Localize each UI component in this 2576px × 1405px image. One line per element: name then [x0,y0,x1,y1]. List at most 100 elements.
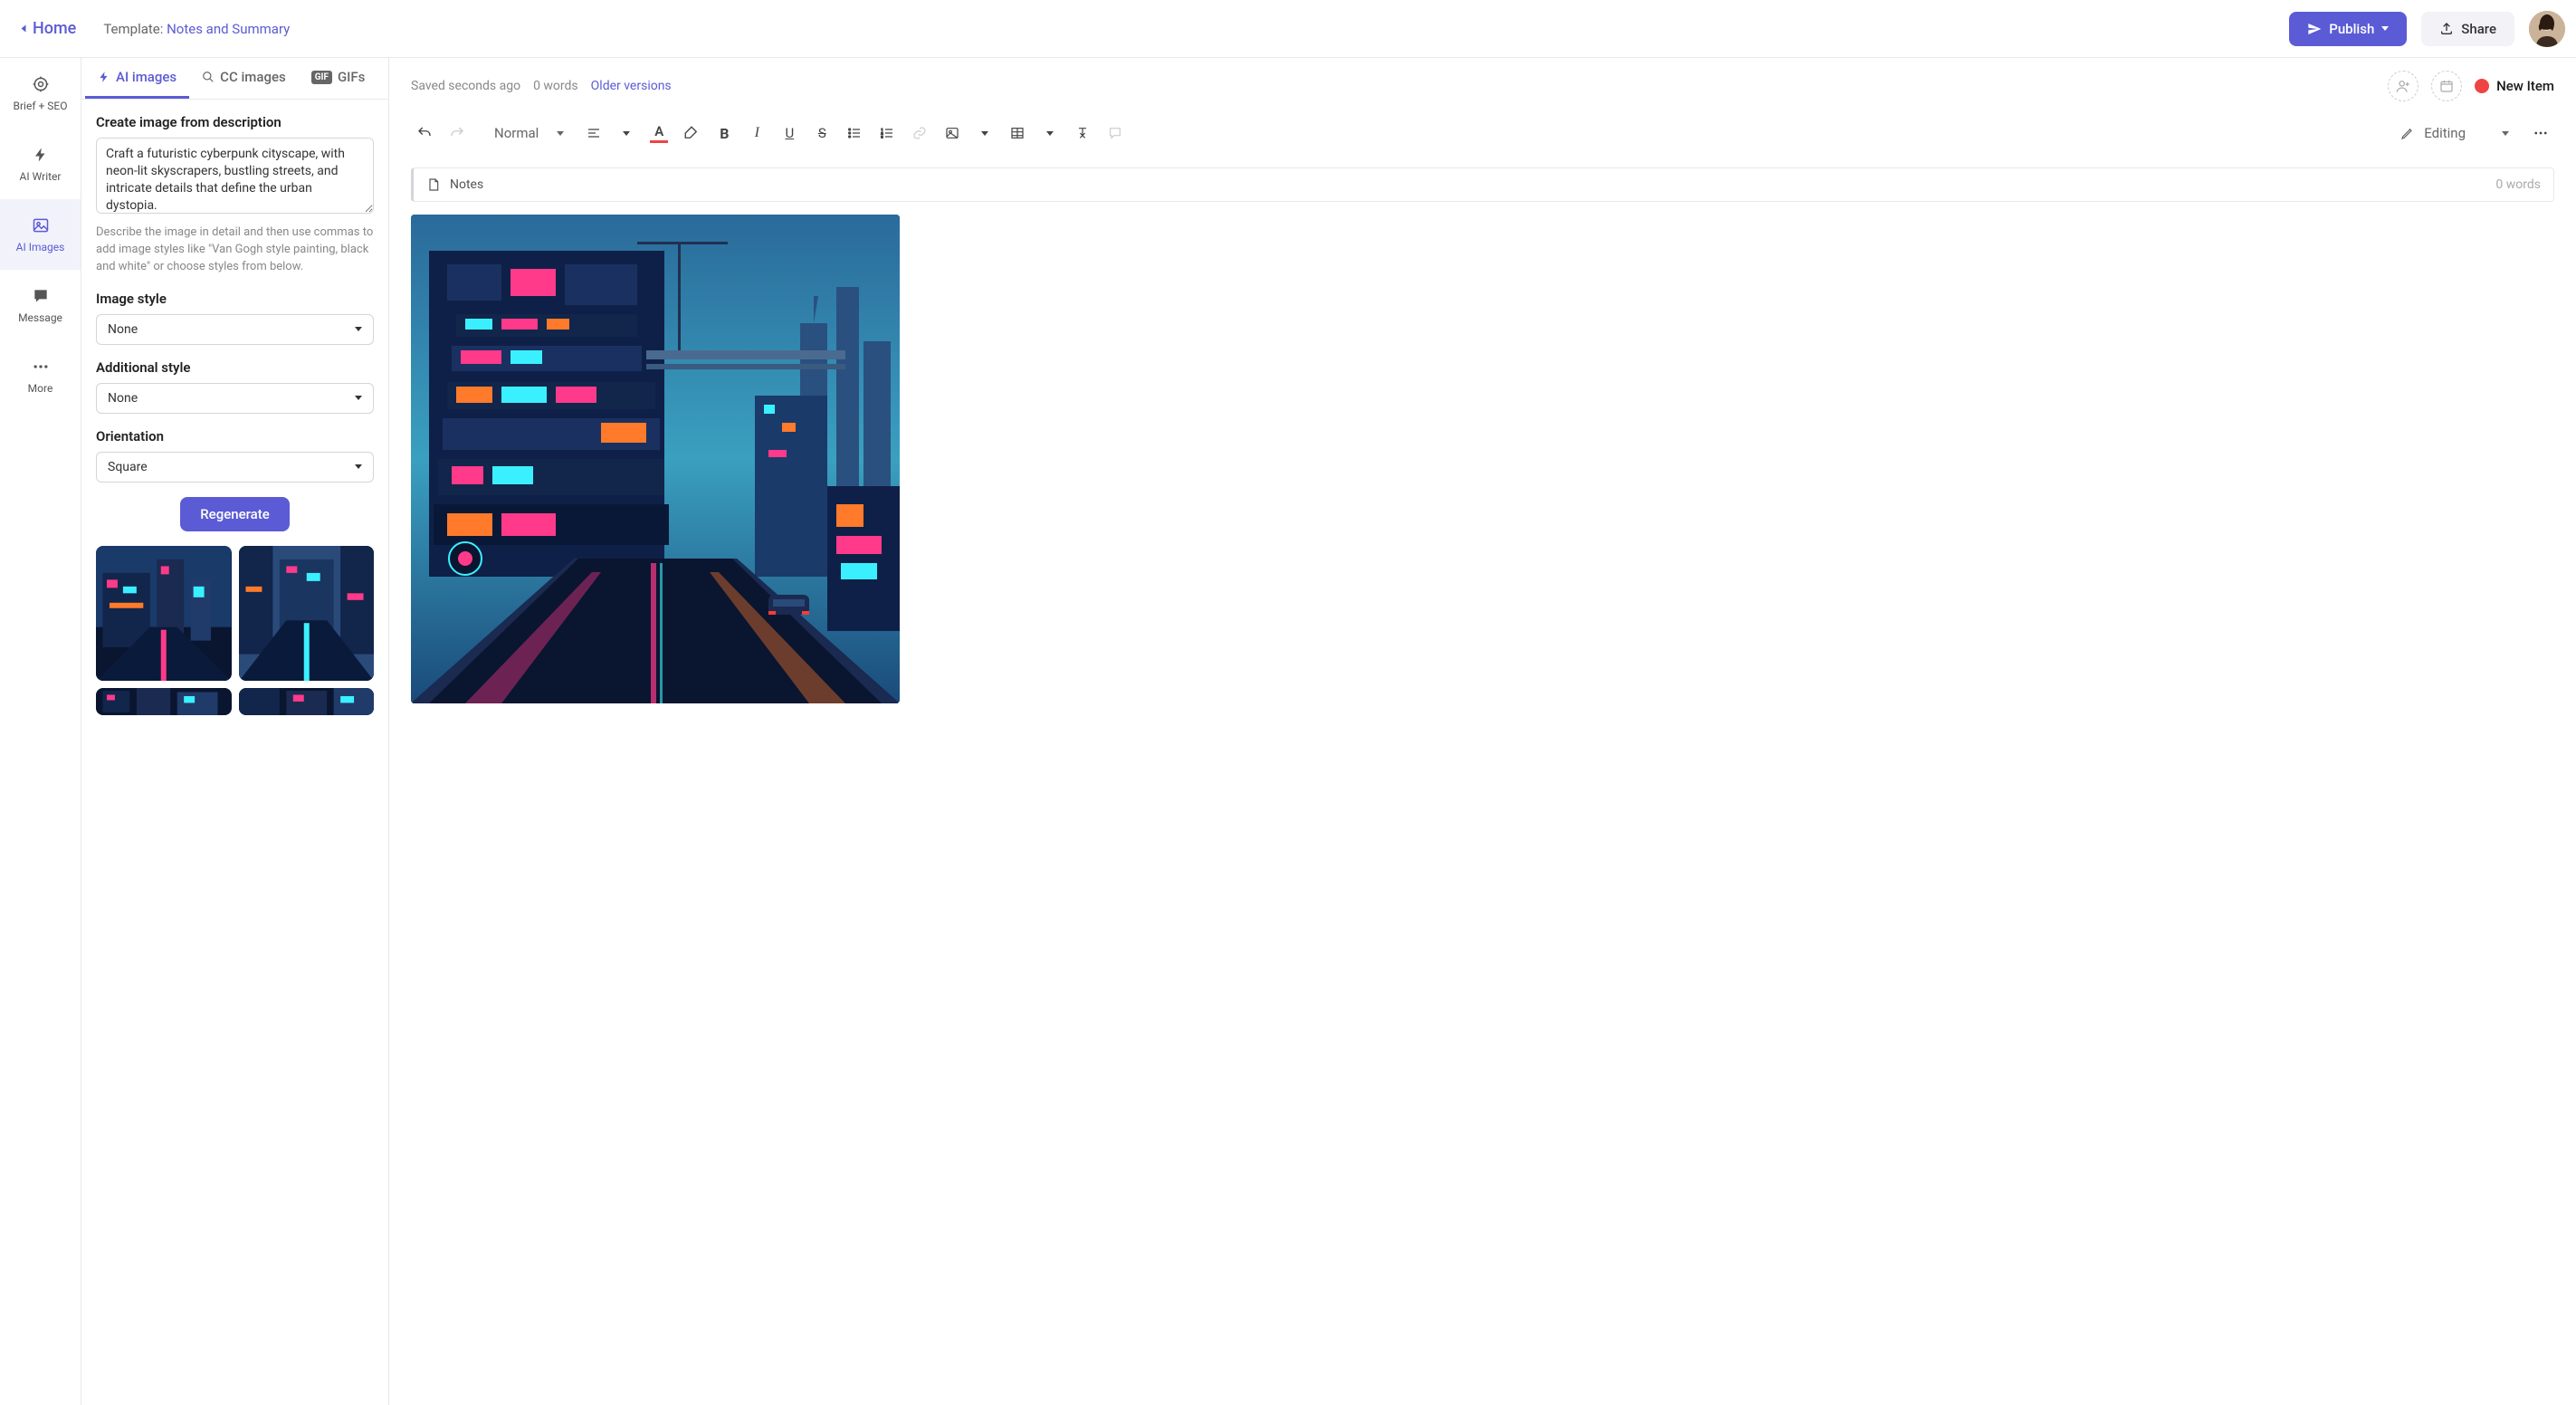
inserted-image[interactable] [411,215,900,703]
editing-mode-value: Editing [2424,125,2466,141]
home-label: Home [33,19,76,38]
editor-toolbar: Normal A B I U S 123 [389,114,2576,158]
home-link[interactable]: Home [11,14,85,43]
comment-button[interactable] [1102,119,1129,147]
nav-message-label: Message [18,311,62,324]
target-icon [31,74,51,94]
tab-cc-images[interactable]: CC images [189,58,299,99]
align-dropdown[interactable] [613,119,640,147]
clear-format-icon [1075,126,1090,140]
older-versions-link[interactable]: Older versions [591,79,672,93]
nav-writer-label: AI Writer [20,170,62,183]
editing-mode-select[interactable]: Editing [2388,119,2522,147]
chevron-down-icon [355,464,362,469]
underline-icon: U [785,125,794,141]
nav-more[interactable]: More [0,340,81,411]
notes-block[interactable]: Notes 0 words [411,167,2554,202]
link-icon [912,126,927,140]
align-button[interactable] [580,119,607,147]
chevron-down-icon [623,131,630,136]
send-icon [2307,22,2322,36]
undo-icon [416,125,433,141]
tab-cc-images-label: CC images [220,69,286,85]
publish-button[interactable]: Publish [2289,12,2407,46]
editor-area: Saved seconds ago 0 words Older versions… [389,58,2576,1405]
highlight-button[interactable] [678,119,705,147]
paragraph-style-value: Normal [494,125,539,141]
calendar-button[interactable] [2431,71,2462,101]
nav-ai-images[interactable]: AI Images [0,199,81,270]
share-label: Share [2461,21,2496,37]
description-help: Describe the image in detail and then us… [96,225,374,276]
more-icon [2533,125,2549,141]
new-item-status[interactable]: New Item [2475,78,2554,94]
comment-icon [1108,126,1122,140]
underline-button[interactable]: U [776,119,803,147]
chevron-down-icon [981,131,988,136]
thumbnail-2[interactable] [239,546,375,682]
undo-button[interactable] [411,119,438,147]
redo-button[interactable] [444,119,471,147]
svg-text:3: 3 [882,134,883,139]
thumbnail-1[interactable] [96,546,232,682]
status-dot-icon [2475,79,2489,93]
table-icon [1010,126,1025,140]
document-icon [426,177,441,192]
link-button[interactable] [906,119,933,147]
image-style-select[interactable]: None [96,314,374,345]
orientation-select[interactable]: Square [96,452,374,483]
nav-ai-writer[interactable]: AI Writer [0,129,81,199]
collapse-panel-button[interactable] [388,63,389,103]
description-input[interactable] [96,138,374,214]
gif-badge-icon: GIF [311,71,332,84]
image-style-value: None [108,322,138,337]
clear-format-button[interactable] [1069,119,1096,147]
insert-image-dropdown[interactable] [971,119,998,147]
saved-status: Saved seconds ago [411,79,520,93]
tab-ai-images[interactable]: AI images [85,58,189,99]
insert-image-button[interactable] [939,119,966,147]
nav-message[interactable]: Message [0,270,81,340]
table-button[interactable] [1004,119,1031,147]
nav-brief-seo[interactable]: Brief + SEO [0,58,81,129]
strikethrough-button[interactable]: S [808,119,835,147]
nav-more-label: More [28,382,53,395]
additional-style-select[interactable]: None [96,383,374,414]
bullet-list-button[interactable] [841,119,868,147]
vertical-nav: Brief + SEO AI Writer AI Images Message … [0,58,81,1405]
ordered-list-button[interactable]: 123 [873,119,901,147]
image-icon [31,215,51,235]
notes-label: Notes [450,177,483,192]
regenerate-button[interactable]: Regenerate [180,497,290,531]
table-dropdown[interactable] [1036,119,1064,147]
nav-images-label: AI Images [16,241,65,253]
font-color-button[interactable]: A [645,119,673,147]
nav-brief-label: Brief + SEO [14,100,68,112]
share-button[interactable]: Share [2421,12,2514,46]
template-link[interactable]: Notes and Summary [167,21,290,37]
bold-button[interactable]: B [711,119,738,147]
thumbnail-4[interactable] [239,688,375,715]
tab-gifs-label: GIFs [338,69,365,85]
add-collaborator-button[interactable] [2388,71,2419,101]
publish-label: Publish [2329,21,2374,37]
paragraph-style-select[interactable]: Normal [483,121,575,145]
search-icon [202,71,215,83]
image-icon [945,126,959,140]
font-color-icon: A [654,123,663,139]
side-panel: AI images CC images GIF GIFs Create imag… [81,58,389,1405]
chevron-down-icon [355,327,362,331]
calendar-icon [2439,79,2454,93]
font-color-indicator [650,140,668,143]
bold-icon: B [720,125,729,142]
italic-button[interactable]: I [743,119,770,147]
new-item-label: New Item [2496,78,2554,94]
tab-gifs[interactable]: GIF GIFs [299,58,378,99]
bolt-icon [98,71,110,83]
thumbnail-3[interactable] [96,688,232,715]
word-count-top: 0 words [533,79,578,93]
avatar[interactable] [2529,11,2565,47]
more-icon [31,357,51,377]
orientation-value: Square [108,460,148,474]
more-toolbar-button[interactable] [2527,119,2554,147]
